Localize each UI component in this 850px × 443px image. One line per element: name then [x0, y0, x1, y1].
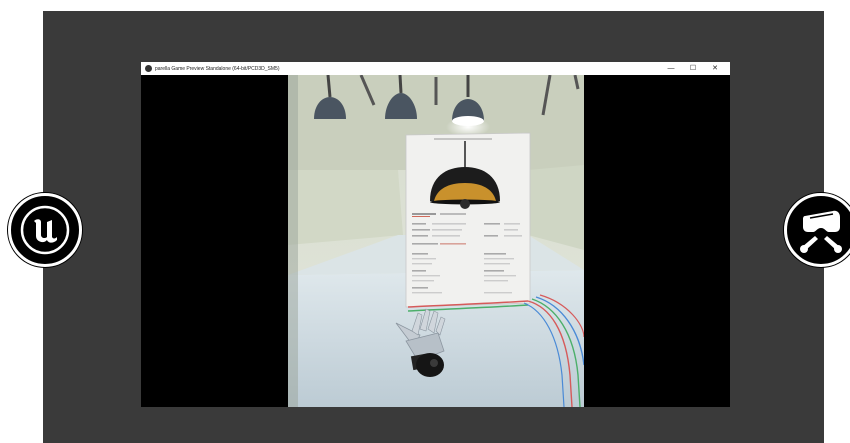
game-viewport[interactable]	[288, 75, 584, 407]
maximize-button[interactable]: ☐	[682, 62, 704, 75]
unreal-engine-logo-icon	[20, 205, 70, 255]
vr-scene	[288, 75, 584, 407]
close-button[interactable]: ✕	[704, 62, 726, 75]
window-titlebar[interactable]: parella Game Preview Standalone (64-bit/…	[141, 62, 730, 75]
game-preview-window[interactable]: parella Game Preview Standalone (64-bit/…	[141, 62, 730, 407]
minimize-button[interactable]: —	[660, 62, 682, 75]
vr-headset-icon	[800, 210, 842, 253]
unreal-engine-badge	[8, 193, 82, 267]
window-title: parella Game Preview Standalone (64-bit/…	[155, 65, 280, 72]
vr-badge	[784, 193, 850, 267]
unreal-app-icon	[145, 65, 152, 72]
